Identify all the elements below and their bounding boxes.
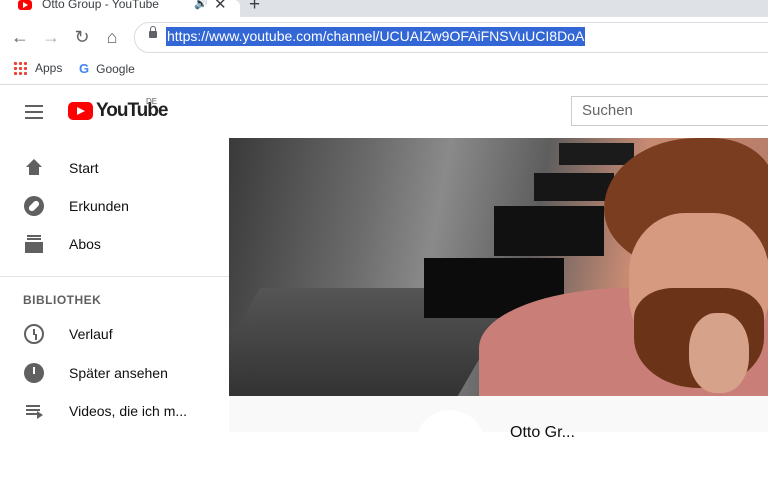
sidebar-item-my-videos[interactable]: Videos, die ich m... bbox=[0, 393, 229, 431]
watch-later-icon bbox=[24, 363, 44, 383]
bookmarks-bar: Apps G Google bbox=[0, 57, 768, 85]
youtube-play-icon bbox=[68, 102, 93, 120]
sidebar-item-label: Videos, die ich m... bbox=[69, 403, 188, 419]
back-arrow-icon[interactable]: ← bbox=[9, 26, 31, 48]
youtube-header: YouTube DE Suchen bbox=[0, 85, 768, 138]
channel-banner bbox=[229, 138, 768, 396]
menu-icon[interactable] bbox=[25, 105, 43, 119]
channel-avatar[interactable] bbox=[415, 410, 485, 480]
bookmark-google[interactable]: G Google bbox=[79, 61, 135, 76]
tab-close-icon[interactable]: ✕ bbox=[214, 0, 227, 13]
apps-grid-icon bbox=[13, 60, 27, 75]
sidebar-item-start[interactable]: Start bbox=[0, 150, 229, 188]
sidebar-item-subscriptions[interactable]: Abos bbox=[0, 226, 229, 264]
banner-bench bbox=[494, 206, 604, 256]
bookmark-label: Google bbox=[96, 62, 135, 76]
channel-header-area bbox=[229, 396, 768, 432]
reload-icon[interactable]: ↻ bbox=[71, 26, 93, 48]
sidebar-item-history[interactable]: Verlauf bbox=[0, 316, 229, 354]
forward-arrow-icon[interactable]: → bbox=[40, 26, 62, 48]
home-icon bbox=[24, 158, 44, 178]
sidebar-item-explore[interactable]: Erkunden bbox=[0, 188, 229, 226]
sidebar-item-label: Abos bbox=[69, 236, 101, 252]
browser-tab-strip: Otto Group - YouTube 🔊 ✕ + bbox=[0, 0, 768, 17]
banner-bench bbox=[534, 173, 614, 201]
banner-bench bbox=[559, 143, 634, 165]
channel-name: Otto Gr... bbox=[510, 424, 575, 441]
url-text[interactable]: https://www.youtube.com/channel/UCUAIZw9… bbox=[166, 27, 586, 46]
speaker-icon[interactable]: 🔊 bbox=[194, 0, 208, 10]
lock-icon[interactable] bbox=[149, 26, 157, 38]
bookmark-apps[interactable]: Apps bbox=[13, 60, 63, 76]
banner-person-hand bbox=[689, 313, 749, 393]
google-g-icon: G bbox=[79, 61, 90, 76]
new-tab-button[interactable]: + bbox=[249, 0, 260, 16]
subscriptions-icon bbox=[24, 234, 44, 254]
address-bar[interactable]: https://www.youtube.com/channel/UCUAIZw9… bbox=[134, 22, 768, 53]
library-section-title: BIBLIOTHEK bbox=[23, 293, 102, 307]
browser-tab[interactable]: Otto Group - YouTube 🔊 ✕ bbox=[0, 0, 240, 17]
browser-toolbar: ← → ↻ ⌂ https://www.youtube.com/channel/… bbox=[0, 17, 768, 57]
sidebar-item-label: Später ansehen bbox=[69, 365, 168, 381]
compass-icon bbox=[24, 196, 44, 216]
tab-title: Otto Group - YouTube bbox=[42, 0, 159, 11]
sidebar-item-watch-later[interactable]: Später ansehen bbox=[0, 355, 229, 393]
sidebar-item-label: Verlauf bbox=[69, 326, 113, 342]
bookmark-label: Apps bbox=[35, 61, 63, 75]
country-code: DE bbox=[146, 97, 158, 106]
sidebar-item-label: Start bbox=[69, 160, 99, 176]
sidebar: Start Erkunden Abos BIBLIOTHEK Verlauf S… bbox=[0, 138, 229, 432]
history-icon bbox=[24, 324, 44, 344]
sidebar-item-label: Erkunden bbox=[69, 198, 129, 214]
youtube-favicon-icon bbox=[18, 0, 32, 10]
search-input[interactable]: Suchen bbox=[571, 96, 768, 126]
playlist-icon bbox=[24, 401, 44, 421]
sidebar-divider bbox=[0, 276, 229, 277]
home-icon[interactable]: ⌂ bbox=[101, 26, 123, 48]
